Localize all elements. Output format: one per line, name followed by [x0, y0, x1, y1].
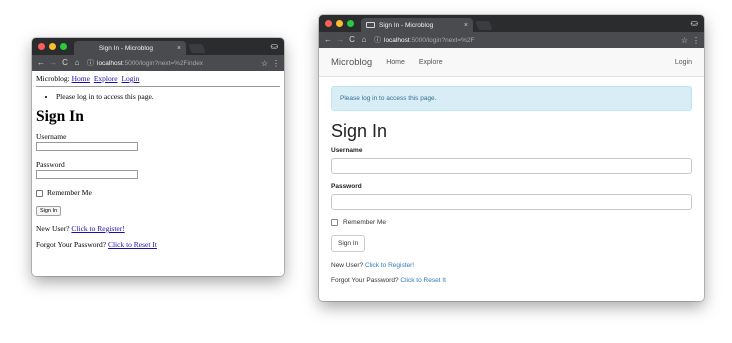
forward-arrow-icon[interactable]: →	[335, 32, 345, 48]
tab-title: Sign In - Microblog	[98, 44, 154, 52]
browser-window-unstyled: Sign In - Microblog × ⛀ ← → C ⌂ ⓘ localh…	[32, 38, 284, 276]
register-link[interactable]: Click to Register!	[365, 262, 414, 269]
minimize-window-button[interactable]	[336, 20, 343, 27]
username-field[interactable]	[331, 158, 692, 174]
browser-toolbar: ← → C ⌂ ⓘ localhost:5000/login?next=%2F …	[319, 32, 704, 48]
divider	[36, 86, 280, 87]
sign-in-button[interactable]: Sign In	[331, 235, 366, 252]
register-line: New User? Click to Register!	[36, 224, 280, 233]
back-arrow-icon[interactable]: ←	[36, 55, 46, 71]
remember-me-checkbox[interactable]	[36, 189, 43, 197]
reload-icon[interactable]: C	[347, 32, 357, 48]
menu-icon[interactable]: ⋮	[272, 59, 280, 68]
close-window-button[interactable]	[38, 43, 45, 50]
page-content: Microblog: Home Explore Login Please log…	[32, 71, 284, 259]
url-path: :5000/login?next=%2F	[409, 36, 475, 44]
username-field[interactable]	[36, 142, 138, 151]
nav-bar: Microblog: Home Explore Login	[36, 74, 280, 83]
tab-close-icon[interactable]: ×	[177, 45, 181, 52]
new-tab-button[interactable]	[475, 21, 493, 30]
address-bar[interactable]: ⓘ localhost:5000/login?next=%2F	[374, 34, 674, 46]
window-controls	[38, 43, 67, 50]
browser-window-styled: Sign In - Microblog × ⛀ ← → C ⌂ ⓘ localh…	[319, 15, 704, 301]
close-window-button[interactable]	[325, 20, 332, 27]
remember-me-label: Remember Me	[47, 188, 92, 197]
info-icon[interactable]: ⓘ	[374, 35, 381, 45]
browser-tab[interactable]: Sign In - Microblog ×	[74, 41, 186, 55]
nav-link-home[interactable]: Home	[72, 74, 90, 83]
back-arrow-icon[interactable]: ←	[323, 32, 333, 48]
reset-line: Forgot Your Password? Click to Reset It	[36, 240, 280, 249]
register-prefix: New User?	[331, 262, 364, 269]
url-host: localhost	[384, 36, 410, 44]
remember-me-row: Remember Me	[331, 219, 692, 226]
maximize-window-button[interactable]	[347, 20, 354, 27]
home-icon[interactable]: ⌂	[72, 55, 82, 71]
navbar: Microblog Home Explore Login	[319, 48, 704, 77]
incognito-icon: ⛀	[690, 18, 698, 28]
page-title: Sign In	[36, 108, 84, 125]
reset-link[interactable]: Click to Reset It	[400, 277, 446, 284]
star-icon[interactable]: ☆	[681, 36, 688, 45]
title-bar: Sign In - Microblog × ⛀	[319, 15, 704, 32]
remember-me-label: Remember Me	[343, 219, 386, 226]
page-content: Microblog Home Explore Login Please log …	[319, 48, 704, 301]
reset-prefix: Forgot Your Password?	[331, 277, 399, 284]
password-field[interactable]	[36, 170, 138, 179]
flash-alert: Please log in to access this page.	[331, 86, 692, 111]
tab-close-icon[interactable]: ×	[464, 22, 468, 29]
register-link[interactable]: Click to Register!	[71, 224, 124, 233]
remember-me-row: Remember Me	[36, 188, 280, 197]
menu-icon[interactable]: ⋮	[692, 36, 700, 45]
password-label: Password	[331, 183, 362, 190]
reset-link[interactable]: Click to Reset It	[108, 240, 157, 249]
browser-toolbar: ← → C ⌂ ⓘ localhost:5000/login?next=%2Fi…	[32, 55, 284, 71]
info-icon[interactable]: ⓘ	[87, 58, 94, 68]
main-container: Please log in to access this page. Sign …	[319, 77, 704, 301]
password-label: Password	[36, 160, 65, 169]
flash-message: Please log in to access this page.	[56, 92, 280, 101]
url-host: localhost	[97, 59, 123, 67]
star-icon[interactable]: ☆	[261, 59, 268, 68]
flash-messages: Please log in to access this page.	[36, 92, 280, 101]
reset-line: Forgot Your Password? Click to Reset It	[331, 277, 692, 284]
nav-link-explore[interactable]: Explore	[94, 74, 118, 83]
url-path: :5000/login?next=%2Findex	[122, 59, 204, 67]
title-bar: Sign In - Microblog × ⛀	[32, 38, 284, 55]
page-favicon-icon	[366, 22, 375, 28]
reset-prefix: Forgot Your Password?	[36, 240, 107, 249]
tab-title: Sign In - Microblog	[379, 21, 434, 29]
register-line: New User? Click to Register!	[331, 262, 692, 269]
page-title: Sign In	[331, 121, 388, 141]
maximize-window-button[interactable]	[60, 43, 67, 50]
username-label: Username	[36, 132, 67, 141]
username-label: Username	[331, 147, 363, 154]
nav-link-explore[interactable]: Explore	[419, 59, 443, 66]
register-prefix: New User?	[36, 224, 70, 233]
new-tab-button[interactable]	[188, 44, 206, 53]
navbar-brand[interactable]: Microblog	[331, 57, 372, 68]
forward-arrow-icon[interactable]: →	[48, 55, 58, 71]
password-field[interactable]	[331, 194, 692, 210]
home-icon[interactable]: ⌂	[359, 32, 369, 48]
address-bar[interactable]: ⓘ localhost:5000/login?next=%2Findex	[87, 57, 254, 69]
reload-icon[interactable]: C	[60, 55, 70, 71]
minimize-window-button[interactable]	[49, 43, 56, 50]
brand-text: Microblog:	[36, 74, 70, 83]
window-controls	[325, 20, 354, 27]
incognito-icon: ⛀	[270, 41, 278, 51]
remember-me-checkbox[interactable]	[331, 219, 338, 226]
nav-link-login[interactable]: Login	[121, 74, 139, 83]
nav-link-login[interactable]: Login	[675, 59, 692, 66]
nav-link-home[interactable]: Home	[386, 59, 405, 66]
sign-in-button[interactable]: Sign In	[36, 206, 62, 216]
browser-tab[interactable]: Sign In - Microblog ×	[361, 18, 473, 32]
